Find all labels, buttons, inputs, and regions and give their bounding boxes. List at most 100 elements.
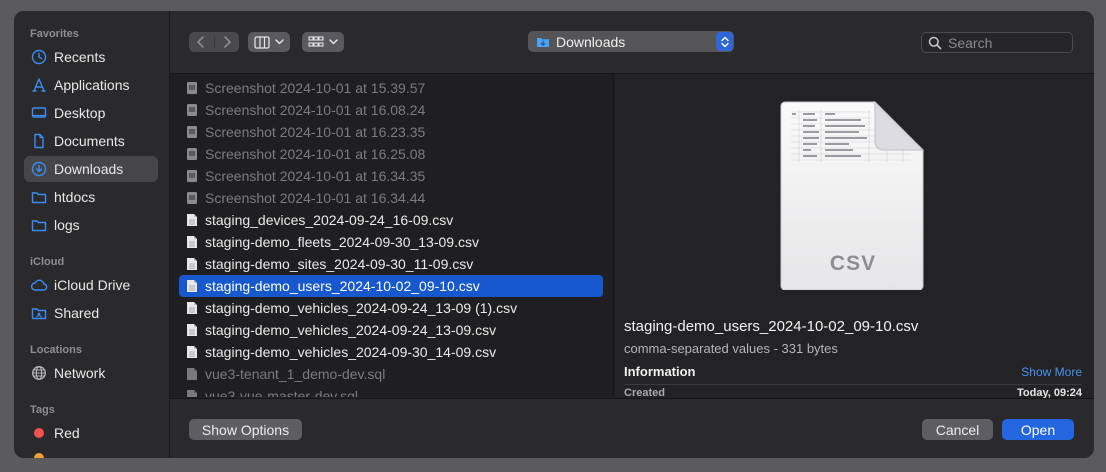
divider (624, 384, 1082, 385)
sidebar-item-documents[interactable]: Documents (24, 128, 158, 154)
forward-button[interactable] (215, 36, 240, 48)
location-stepper[interactable] (716, 32, 733, 51)
sidebar-item-applications[interactable]: Applications (24, 72, 158, 98)
folder-icon (24, 189, 54, 205)
file-row[interactable]: staging_devices_2024-09-24_16-09.csv (179, 209, 603, 231)
sidebar-item-label: Network (54, 365, 106, 381)
file-name: staging-demo_users_2024-10-02_09-10.csv (205, 278, 480, 294)
sidebar-item-network[interactable]: Network (24, 360, 158, 386)
image-file-icon (179, 81, 205, 95)
sidebar-item-desktop[interactable]: Desktop (24, 100, 158, 126)
clock-icon (24, 49, 54, 65)
csv-file-icon (179, 257, 205, 271)
sidebar-heading-locations: Locations (30, 344, 82, 356)
file-name: Screenshot 2024-10-01 at 16.34.44 (205, 190, 426, 206)
dialog-footer: Show Options Cancel Open (170, 398, 1094, 458)
sidebar: Favorites Recents Applications Desktop D… (14, 11, 170, 458)
sidebar-item-label: logs (54, 217, 80, 233)
preview-pane: CSV staging-demo_users_2024-10-02_09-10.… (614, 74, 1094, 399)
file-row[interactable]: Screenshot 2024-10-01 at 16.34.35 (179, 165, 603, 187)
file-row[interactable]: staging-demo_fleets_2024-09-30_13-09.csv (179, 231, 603, 253)
preview-file-kind: comma-separated values - 331 bytes (624, 341, 838, 356)
file-row[interactable]: vue3-tenant_1_demo-dev.sql (179, 363, 603, 385)
tag-color-dot-icon (34, 453, 44, 458)
sidebar-item-label: iCloud Drive (54, 277, 131, 293)
file-name: staging-demo_sites_2024-09-30_11-09.csv (205, 256, 474, 272)
download-icon (24, 161, 54, 177)
sidebar-item-label: Documents (54, 133, 125, 149)
main-area: Downloads Screenshot 2024-10-01 at 15.39… (170, 11, 1094, 458)
image-file-icon (179, 169, 205, 183)
sidebar-item-label: Recents (54, 49, 106, 65)
file-name: Screenshot 2024-10-01 at 16.08.24 (205, 102, 426, 118)
sidebar-item-recents[interactable]: Recents (24, 44, 158, 70)
sql-file-icon (179, 367, 205, 381)
sidebar-heading-favorites: Favorites (30, 28, 79, 40)
applications-icon (24, 77, 54, 93)
sidebar-item-icloud-drive[interactable]: iCloud Drive (24, 272, 158, 298)
navigation-group (189, 32, 239, 52)
csv-file-icon (179, 301, 205, 315)
file-name: staging-demo_vehicles_2024-09-24_13-09 (… (205, 300, 518, 316)
file-name: staging-demo_vehicles_2024-09-24_13-09.c… (205, 322, 497, 338)
image-file-icon (179, 125, 205, 139)
search-icon (928, 36, 942, 49)
file-type-badge: CSV (829, 252, 877, 275)
group-by-button[interactable] (302, 32, 344, 52)
sidebar-item-tag-red[interactable]: Red (24, 420, 158, 446)
file-list[interactable]: Screenshot 2024-10-01 at 15.39.57 Screens… (170, 74, 614, 397)
shared-folder-icon (24, 305, 54, 321)
view-mode-button[interactable] (248, 32, 290, 52)
file-name: vue3-tenant_1_demo-dev.sql (205, 366, 386, 382)
document-icon (24, 133, 54, 149)
open-file-dialog: Favorites Recents Applications Desktop D… (14, 11, 1094, 458)
open-button[interactable]: Open (1002, 419, 1074, 440)
downloads-folder-icon (537, 37, 549, 47)
cloud-icon (24, 278, 54, 292)
file-row[interactable]: Screenshot 2024-10-01 at 16.34.44 (179, 187, 603, 209)
file-row[interactable]: staging-demo_users_2024-10-02_09-10.csv (179, 275, 603, 297)
up-down-chevron-icon (720, 36, 729, 47)
file-name: vue3-vue-master-dev.sql (205, 388, 359, 397)
file-row[interactable]: Screenshot 2024-10-01 at 16.23.35 (179, 121, 603, 143)
file-name: Screenshot 2024-10-01 at 16.23.35 (205, 124, 426, 140)
file-name: Screenshot 2024-10-01 at 16.34.35 (205, 168, 426, 184)
show-more-link[interactable]: Show More (1021, 365, 1082, 379)
chevron-left-icon (197, 36, 205, 48)
location-label: Downloads (556, 33, 626, 50)
cancel-button[interactable]: Cancel (922, 419, 993, 440)
folder-icon (24, 217, 54, 233)
chevron-down-icon (275, 39, 284, 45)
file-row[interactable]: staging-demo_vehicles_2024-09-24_13-09.c… (179, 319, 603, 341)
search-field[interactable] (921, 32, 1073, 53)
file-row[interactable]: vue3-vue-master-dev.sql (179, 385, 603, 397)
file-name: Screenshot 2024-10-01 at 15.39.57 (205, 80, 426, 96)
file-row[interactable]: Screenshot 2024-10-01 at 15.39.57 (179, 77, 603, 99)
sidebar-item-shared[interactable]: Shared (24, 300, 158, 326)
preview-filename: staging-demo_users_2024-10-02_09-10.csv (624, 318, 919, 335)
file-row[interactable]: Screenshot 2024-10-01 at 16.25.08 (179, 143, 603, 165)
file-row[interactable]: staging-demo_vehicles_2024-09-30_14-09.c… (179, 341, 603, 363)
sidebar-item-htdocs[interactable]: htdocs (24, 184, 158, 210)
tag-color-dot-icon (24, 427, 54, 439)
image-file-icon (179, 103, 205, 117)
csv-file-icon (179, 213, 205, 227)
file-row[interactable]: staging-demo_vehicles_2024-09-24_13-09 (… (179, 297, 603, 319)
desktop-icon (24, 105, 54, 121)
sidebar-item-label: Downloads (54, 161, 124, 177)
sidebar-item-label: Applications (54, 77, 130, 93)
location-popup[interactable]: Downloads (528, 31, 734, 52)
image-file-icon (179, 147, 205, 161)
search-input[interactable] (948, 34, 1068, 51)
image-file-icon (179, 191, 205, 205)
show-options-button[interactable]: Show Options (189, 419, 302, 440)
file-row[interactable]: staging-demo_sites_2024-09-30_11-09.csv (179, 253, 603, 275)
file-row[interactable]: Screenshot 2024-10-01 at 16.08.24 (179, 99, 603, 121)
information-heading: Information (624, 364, 696, 379)
globe-icon (24, 365, 54, 381)
sidebar-item-logs[interactable]: logs (24, 212, 158, 238)
back-button[interactable] (189, 36, 215, 48)
sidebar-heading-tags: Tags (30, 404, 55, 416)
sidebar-item-downloads[interactable]: Downloads (24, 156, 158, 182)
csv-document-icon: CSV (779, 100, 927, 291)
